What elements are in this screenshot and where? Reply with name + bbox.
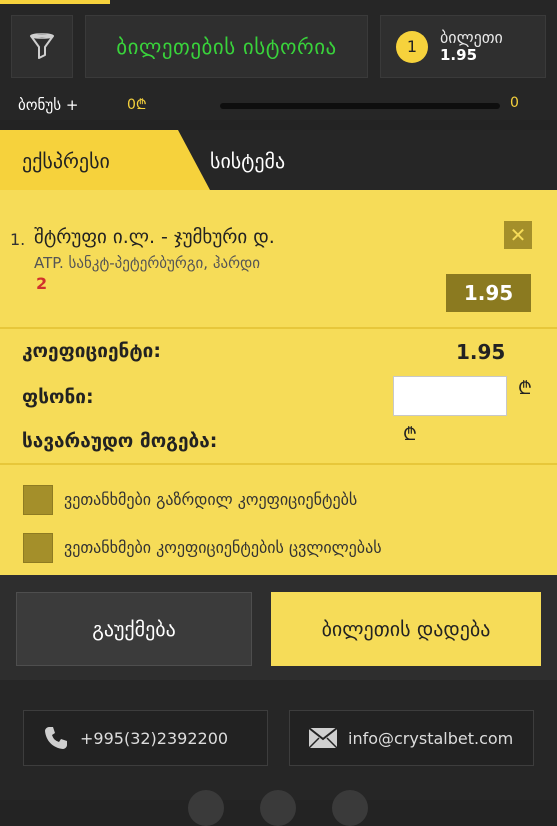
bonus-max: 0	[510, 95, 519, 111]
ticket-summary-text: ბილეთი 1.95	[440, 27, 503, 65]
clear-button[interactable]: გაუქმება	[16, 592, 252, 666]
bet-actions: გაუქმება ბილეთის დადება	[0, 575, 557, 680]
bet-selection: 2	[36, 274, 48, 293]
ticket-total-odds: 1.95	[440, 46, 478, 65]
divider	[0, 463, 557, 465]
ticket-label: ბილეთი	[440, 27, 503, 47]
top-accent-bar	[0, 0, 110, 4]
footer: +995(32)2392200 info@crystalbet.com	[0, 680, 557, 826]
ticket-summary[interactable]: 1 ბილეთი 1.95	[380, 15, 546, 78]
accept-increased-checkbox[interactable]	[23, 485, 53, 515]
option-accept-changes: ვეთანხმები კოეფიციენტების ცვლილებას	[0, 528, 557, 568]
bet-event-title: შტრუფი ი.ლ. - ჯუმხური დ.	[34, 226, 275, 248]
phone-contact[interactable]: +995(32)2392200	[23, 710, 268, 766]
tab-system[interactable]: სისტემა	[210, 149, 285, 173]
bonus-label: ბონუს +	[18, 96, 79, 114]
social-icon[interactable]	[260, 790, 296, 826]
ticket-history-button[interactable]: ბილეთების ისტორია	[85, 15, 368, 78]
accept-changes-checkbox[interactable]	[23, 533, 53, 563]
bonus-progress-bar	[220, 103, 500, 109]
remove-bet-button[interactable]: ✕	[504, 221, 532, 249]
email-contact[interactable]: info@crystalbet.com	[289, 710, 534, 766]
tab-express[interactable]: ექსპრესი	[0, 130, 210, 190]
clear-button-label: გაუქმება	[92, 617, 176, 641]
stake-input[interactable]	[393, 376, 507, 416]
social-icon[interactable]	[332, 790, 368, 826]
place-bet-label: ბილეთის დადება	[321, 617, 491, 641]
bet-slip-panel: 1. შტრუფი ი.ლ. - ჯუმხური დ. ATP. სანკტ-პ…	[0, 190, 557, 575]
tab-express-label: ექსპრესი	[22, 149, 110, 173]
coefficient-value: 1.95	[456, 340, 506, 364]
accept-increased-label: ვეთანხმები გაზრდილ კოეფიციენტებს	[64, 490, 358, 509]
bet-slip-item: 1. შტრუფი ი.ლ. - ჯუმხური დ. ATP. სანკტ-პ…	[0, 190, 557, 327]
bet-item-number: 1.	[10, 230, 26, 249]
bonus-value: 0₾	[127, 97, 147, 113]
phone-icon	[45, 727, 67, 749]
bet-type-tabs: ექსპრესი სისტემა	[0, 130, 557, 190]
mail-icon	[308, 727, 338, 749]
social-icon[interactable]	[188, 790, 224, 826]
place-bet-button[interactable]: ბილეთის დადება	[271, 592, 541, 666]
divider	[0, 327, 557, 329]
lari-icon: ₾	[403, 424, 417, 445]
filter-icon	[30, 32, 54, 59]
accept-changes-label: ვეთანხმები კოეფიციენტების ცვლილებას	[64, 538, 382, 557]
stake-label: ფსონი:	[22, 386, 94, 408]
top-bar: ბილეთების ისტორია 1 ბილეთი 1.95	[0, 0, 557, 90]
phone-number: +995(32)2392200	[80, 728, 229, 748]
possible-win-label: სავარაუდო მოგება:	[22, 430, 218, 452]
ticket-history-label: ბილეთების ისტორია	[116, 34, 337, 59]
close-icon: ✕	[509, 223, 527, 247]
email-address: info@crystalbet.com	[348, 728, 514, 748]
bonus-row: ბონუს + 0₾ 0	[0, 90, 557, 120]
coefficient-label: კოეფიციენტი:	[22, 340, 161, 362]
filter-button[interactable]	[11, 15, 73, 78]
lari-icon: ₾	[518, 378, 532, 399]
bet-tournament: ATP. სანკტ-პეტერბურგი, ჰარდი	[34, 254, 261, 272]
ticket-count-badge: 1	[396, 30, 428, 63]
option-accept-increased: ვეთანხმები გაზრდილ კოეფიციენტებს	[0, 480, 557, 520]
bet-odds: 1.95	[446, 274, 531, 312]
tab-system-label: სისტემა	[210, 149, 286, 173]
